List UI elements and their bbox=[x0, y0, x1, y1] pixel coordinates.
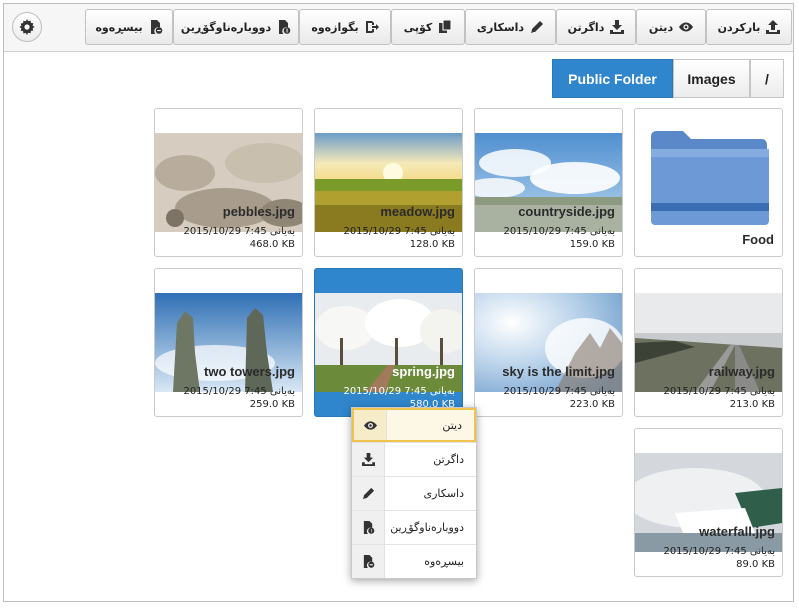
view-button[interactable]: دیتن bbox=[636, 9, 706, 45]
file-name: waterfall.jpg bbox=[699, 524, 775, 539]
menu-item-label: داسکاری bbox=[423, 487, 464, 500]
download-button-label: داگرتن bbox=[567, 20, 605, 34]
edit-button[interactable]: داسکاری bbox=[465, 9, 556, 45]
pencil-icon bbox=[531, 21, 544, 33]
gear-icon bbox=[19, 19, 35, 35]
file-date: 2015/10/29 7:45 بەیانی bbox=[503, 226, 615, 237]
menu-item-delete[interactable]: بیسڕەوە bbox=[352, 544, 476, 578]
rename-button-label: دووبارەناوگۆڕین bbox=[180, 20, 272, 34]
file-tile[interactable]: railway.jpg 2015/10/29 7:45 بەیانی 213.0… bbox=[634, 268, 783, 417]
file-date: 2015/10/29 7:45 بەیانی bbox=[503, 386, 615, 397]
move-button[interactable]: بگوازەوە bbox=[299, 9, 391, 45]
delete-button[interactable]: بیسڕەوە bbox=[85, 9, 173, 45]
copy-icon bbox=[439, 20, 452, 33]
upload-button-label: بارکردن bbox=[717, 20, 761, 34]
file-date: 2015/10/29 7:45 بەیانی bbox=[343, 386, 455, 397]
file-name: two towers.jpg bbox=[204, 364, 295, 379]
delete-button-label: بیسڕەوە bbox=[95, 20, 143, 34]
menu-item-label: دیتن bbox=[442, 418, 462, 432]
menu-item-download[interactable]: داگرتن bbox=[352, 442, 476, 476]
menu-item-label: بیسڕەوە bbox=[424, 555, 464, 568]
file-tile[interactable]: meadow.jpg 2015/10/29 7:45 بەیانی 128.0 … bbox=[314, 108, 463, 257]
svg-text:I: I bbox=[370, 529, 371, 534]
file-manager-window: بیسڕەوە I دووبارەناوگۆڕین بگوازەوە کۆپی … bbox=[3, 3, 794, 602]
context-menu: دیتن داگرتن داسکاری I دووبارەناوگۆڕین بی… bbox=[351, 407, 477, 579]
file-name: meadow.jpg bbox=[380, 204, 455, 219]
file-tile[interactable]: pebbles.jpg 2015/10/29 7:45 بەیانی 468.0… bbox=[154, 108, 303, 257]
folder-icon bbox=[651, 131, 769, 225]
file-date: 2015/10/29 7:45 بەیانی bbox=[663, 546, 775, 557]
file-tile[interactable]: two towers.jpg 2015/10/29 7:45 بەیانی 25… bbox=[154, 268, 303, 417]
file-name: countryside.jpg bbox=[518, 204, 615, 219]
upload-button[interactable]: بارکردن bbox=[706, 9, 792, 45]
file-tile-selected[interactable]: spring.jpg 2015/10/29 7:45 بەیانی 580.0 … bbox=[314, 268, 463, 417]
menu-item-edit[interactable]: داسکاری bbox=[352, 476, 476, 510]
file-date: 2015/10/29 7:45 بەیانی bbox=[183, 226, 295, 237]
file-date: 2015/10/29 7:45 بەیانی bbox=[663, 386, 775, 397]
file-size: 213.0 KB bbox=[729, 399, 775, 410]
menu-item-rename[interactable]: I دووبارەناوگۆڕین bbox=[352, 510, 476, 544]
file-size: 159.0 KB bbox=[569, 239, 615, 250]
file-size: 468.0 KB bbox=[249, 239, 295, 250]
copy-button-label: کۆپی bbox=[403, 20, 433, 34]
file-size: 89.0 KB bbox=[736, 559, 775, 570]
breadcrumb-root[interactable]: / bbox=[750, 59, 784, 98]
view-button-label: دیتن bbox=[648, 20, 674, 34]
menu-item-label: داگرتن bbox=[433, 453, 464, 466]
breadcrumb-images[interactable]: Images bbox=[673, 59, 750, 98]
file-name: Food bbox=[742, 232, 774, 247]
breadcrumb-public-folder[interactable]: Public Folder bbox=[552, 59, 673, 98]
file-name: railway.jpg bbox=[708, 364, 775, 379]
download-icon bbox=[610, 20, 625, 34]
file-name: pebbles.jpg bbox=[222, 204, 295, 219]
move-button-label: بگوازەوە bbox=[311, 20, 359, 34]
rename-button[interactable]: I دووبارەناوگۆڕین bbox=[173, 9, 299, 45]
pencil-icon bbox=[362, 487, 374, 500]
rename-file-icon: I bbox=[363, 521, 374, 534]
file-date: 2015/10/29 7:45 بەیانی bbox=[183, 386, 295, 397]
menu-item-view[interactable]: دیتن bbox=[352, 408, 476, 442]
file-size: 259.0 KB bbox=[249, 399, 295, 410]
download-icon bbox=[361, 453, 375, 466]
move-icon bbox=[365, 21, 379, 33]
folder-tile[interactable]: Food bbox=[634, 108, 783, 257]
eye-icon bbox=[679, 22, 694, 32]
file-size: 223.0 KB bbox=[569, 399, 615, 410]
edit-button-label: داسکاری bbox=[476, 20, 525, 34]
delete-file-icon bbox=[150, 20, 162, 34]
svg-text:I: I bbox=[286, 28, 288, 34]
file-size: 128.0 KB bbox=[409, 239, 455, 250]
toolbar: بیسڕەوە I دووبارەناوگۆڕین بگوازەوە کۆپی … bbox=[4, 4, 793, 52]
file-name: sky is the limit.jpg bbox=[502, 364, 615, 379]
file-tile[interactable]: sky is the limit.jpg 2015/10/29 7:45 بەی… bbox=[474, 268, 623, 417]
eye-icon bbox=[363, 420, 377, 430]
settings-button[interactable] bbox=[12, 12, 42, 42]
upload-icon bbox=[766, 20, 781, 34]
file-name: spring.jpg bbox=[392, 364, 455, 379]
menu-item-label: دووبارەناوگۆڕین bbox=[390, 521, 464, 534]
download-button[interactable]: داگرتن bbox=[556, 9, 636, 45]
rename-file-icon: I bbox=[279, 20, 291, 34]
delete-file-icon bbox=[363, 555, 374, 568]
file-tile[interactable]: countryside.jpg 2015/10/29 7:45 بەیانی 1… bbox=[474, 108, 623, 257]
copy-button[interactable]: کۆپی bbox=[391, 9, 465, 45]
file-date: 2015/10/29 7:45 بەیانی bbox=[343, 226, 455, 237]
file-tile[interactable]: waterfall.jpg 2015/10/29 7:45 بەیانی 89.… bbox=[634, 428, 783, 577]
